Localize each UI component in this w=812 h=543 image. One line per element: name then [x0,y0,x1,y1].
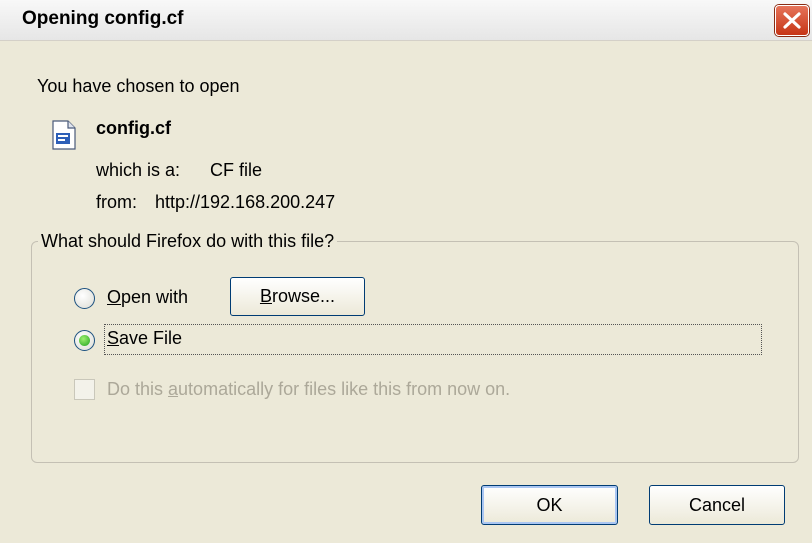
cancel-button[interactable]: Cancel [649,485,785,525]
auto-checkbox[interactable] [74,379,95,400]
browse-button[interactable]: Browse... [230,277,365,316]
type-value: CF file [210,160,263,180]
window-title: Opening config.cf [22,8,184,29]
type-label: which is a: [96,160,181,180]
document-icon [52,120,76,150]
auto-access-key: a [168,379,179,399]
browse-label-rest: rowse... [271,286,336,306]
open-with-access-key: O [107,287,122,307]
from-label: from: [96,192,138,212]
close-icon [783,12,801,29]
title-bar[interactable]: Opening config.cf [0,0,812,41]
auto-checkbox-label[interactable]: Do this automatically for files like thi… [107,379,510,400]
auto-label-after: utomatically for files like this from no… [178,379,511,399]
open-with-label[interactable]: Open with [107,287,188,308]
save-file-radio[interactable] [74,330,95,351]
open-with-radio[interactable] [74,288,95,309]
action-group-legend: What should Firefox do with this file? [38,231,338,252]
auto-label-before: Do this [107,379,169,399]
save-file-label-rest: ave File [119,328,183,348]
intro-text: You have chosen to open [37,76,240,96]
save-file-focus-rect [104,324,762,355]
save-file-access-key: S [107,328,120,348]
save-file-label[interactable]: Save File [107,328,182,349]
ok-button[interactable]: OK [481,485,618,525]
file-name: config.cf [96,118,171,138]
open-with-label-rest: pen with [121,287,189,307]
browse-access-key: B [259,286,272,306]
close-button[interactable] [775,5,809,36]
from-value: http://192.168.200.247 [155,192,336,212]
